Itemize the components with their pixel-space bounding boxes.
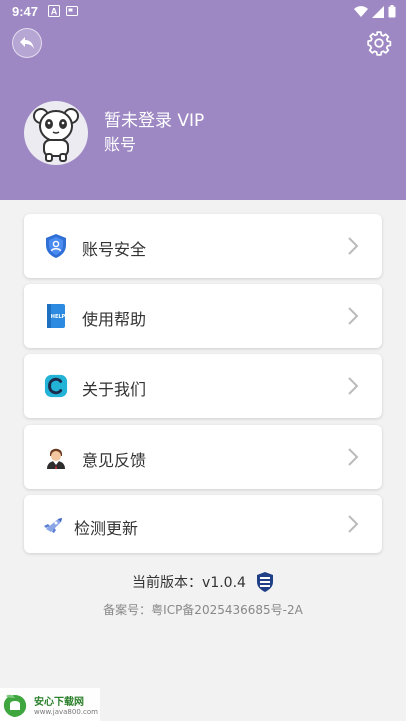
about-logo-icon — [44, 374, 68, 398]
app-badge-icon — [256, 572, 273, 592]
battery-icon — [388, 5, 396, 18]
watermark-title: 安心下载网 — [34, 697, 84, 708]
menu-item-label: 使用帮助 — [82, 310, 147, 329]
chevron-right-icon — [348, 448, 359, 466]
panda-avatar-icon — [33, 108, 79, 162]
avatar[interactable] — [24, 101, 88, 165]
notification-a-icon: A — [48, 5, 60, 17]
chevron-right-icon — [348, 307, 359, 325]
chevron-right-icon — [348, 237, 359, 255]
status-right — [354, 5, 396, 18]
chevron-right-icon — [348, 515, 359, 533]
menu-item-label: 检测更新 — [74, 519, 139, 538]
notification-screen-icon — [66, 6, 78, 16]
icp-record[interactable]: 备案号：粤ICP备2025436685号-2A — [0, 601, 406, 618]
site-watermark: 安心下载网 www.java800.com — [0, 688, 100, 721]
help-book-icon: HELP — [44, 304, 68, 328]
version-text: 当前版本：v1.0.4 — [132, 575, 246, 591]
user-name[interactable]: 暂未登录 VIP — [104, 106, 204, 131]
menu-item-label: 关于我们 — [82, 380, 147, 399]
menu-item-help[interactable]: HELP 使用帮助 — [24, 284, 382, 348]
settings-button[interactable] — [364, 28, 394, 58]
back-arrow-icon — [20, 37, 34, 49]
update-rocket-icon — [42, 512, 66, 536]
menu-item-account-security[interactable]: 账号安全 — [24, 214, 382, 278]
wifi-icon — [354, 5, 368, 17]
status-time: 9:47 — [12, 4, 39, 19]
watermark-url: www.java800.com — [34, 708, 98, 716]
version-row: 当前版本：v1.0.4 — [0, 571, 406, 593]
back-button[interactable] — [12, 28, 42, 58]
gear-icon — [367, 31, 392, 56]
menu-item-feedback[interactable]: 意见反馈 — [24, 425, 382, 489]
status-bar: 9:47 A — [0, 0, 406, 24]
menu-item-label: 意见反馈 — [82, 451, 147, 470]
chevron-right-icon — [348, 377, 359, 395]
profile-header: 9:47 A 暂未登录 VIP 账号 — [0, 0, 406, 200]
shield-user-icon — [44, 234, 68, 258]
watermark-logo-icon — [3, 694, 27, 717]
account-label[interactable]: 账号 — [104, 131, 136, 155]
svg-text:HELP: HELP — [51, 314, 66, 320]
support-person-icon — [44, 445, 68, 469]
menu-item-about[interactable]: 关于我们 — [24, 354, 382, 418]
signal-icon — [372, 5, 384, 18]
menu-item-check-update[interactable]: 检测更新 — [24, 495, 382, 553]
svg-text:A: A — [51, 7, 58, 17]
menu-item-label: 账号安全 — [82, 240, 147, 259]
